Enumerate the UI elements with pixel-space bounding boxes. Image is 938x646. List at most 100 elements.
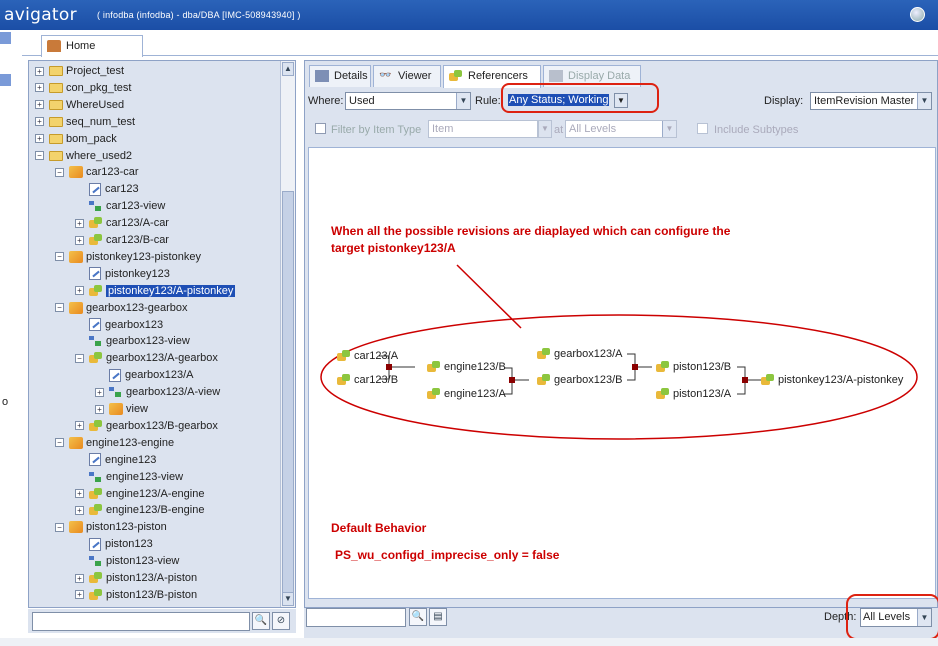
expand-icon[interactable]: + xyxy=(75,590,84,600)
display-select[interactable]: ItemRevision Master ▼ xyxy=(810,92,932,110)
expand-icon[interactable]: + xyxy=(75,218,84,228)
include-subtypes-checkbox[interactable] xyxy=(697,123,708,134)
tree-item[interactable]: + engine123/B-engine xyxy=(75,502,204,518)
tree-item[interactable]: engine123 xyxy=(89,452,156,468)
expand-icon[interactable]: + xyxy=(35,100,44,110)
tree-item[interactable]: engine123-view xyxy=(89,469,183,485)
level-value: All Levels xyxy=(569,123,617,135)
expand-icon[interactable]: + xyxy=(75,286,84,296)
expand-icon[interactable]: + xyxy=(75,235,84,245)
tree-item[interactable]: + car123/B-car xyxy=(75,232,169,248)
tree-item[interactable]: + gearbox123/B-gearbox xyxy=(75,418,218,434)
tree-item-label: engine123 xyxy=(105,453,157,466)
collapse-icon[interactable]: − xyxy=(55,522,64,532)
tree-item[interactable]: + view xyxy=(95,401,148,417)
tab-viewer[interactable]: 👓 Viewer xyxy=(373,65,441,87)
chevron-down-icon[interactable]: ▼ xyxy=(538,120,552,138)
rule-label: Rule: xyxy=(475,95,501,107)
tree-item[interactable]: − engine123-engine xyxy=(55,435,174,451)
collapse-icon[interactable]: − xyxy=(55,252,64,262)
tree-item[interactable]: gearbox123-view xyxy=(89,333,190,349)
level-select[interactable]: All Levels ▼ xyxy=(565,120,677,138)
tree-item-label: engine123/A-engine xyxy=(106,487,205,500)
tree-item[interactable]: car123-view xyxy=(89,198,165,214)
display-value: ItemRevision Master xyxy=(814,95,915,107)
tree-search-input[interactable] xyxy=(32,612,250,631)
tree-item[interactable]: + piston123/B-piston xyxy=(75,587,197,603)
tree-scrollbar[interactable]: ▲ ▼ xyxy=(280,61,295,607)
tree-item[interactable]: gearbox123 xyxy=(89,317,163,333)
expand-icon[interactable]: + xyxy=(35,66,44,76)
scroll-down-arrow-icon[interactable]: ▼ xyxy=(282,592,294,606)
collapse-icon[interactable]: − xyxy=(75,353,84,363)
tree-item[interactable]: − piston123-piston xyxy=(55,519,167,535)
graph-node[interactable]: engine123/A xyxy=(427,387,506,401)
tree-item[interactable]: + con_pkg_test xyxy=(35,80,131,96)
expand-icon[interactable]: + xyxy=(75,489,84,499)
clear-search-icon[interactable]: ⊘ xyxy=(272,612,290,630)
graph-node[interactable]: car123/B xyxy=(337,373,398,387)
tree-item[interactable]: car123 xyxy=(89,181,139,197)
graph-node[interactable]: pistonkey123/A-pistonkey xyxy=(761,373,903,387)
tree-item-label: car123/A-car xyxy=(106,217,169,230)
tree-item[interactable]: + pistonkey123/A-pistonkey xyxy=(75,283,236,299)
node-label: piston123/B xyxy=(673,361,732,373)
graph-node[interactable]: gearbox123/A xyxy=(537,347,623,361)
tree-item[interactable]: piston123 xyxy=(89,536,153,552)
where-select[interactable]: Used ▼ xyxy=(345,92,471,110)
collapsed-panel-tab[interactable] xyxy=(0,74,11,86)
scroll-up-arrow-icon[interactable]: ▲ xyxy=(282,62,294,76)
tree-item[interactable]: gearbox123/A xyxy=(109,367,194,383)
tree-item[interactable]: − where_used2 xyxy=(35,148,132,164)
collapse-icon[interactable]: − xyxy=(35,151,44,161)
tree-item[interactable]: + car123/A-car xyxy=(75,215,169,231)
graph-node[interactable]: gearbox123/B xyxy=(537,373,623,387)
filter-type-checkbox[interactable] xyxy=(315,123,326,134)
graph-junction xyxy=(742,377,748,383)
tree-item[interactable]: + engine123/A-engine xyxy=(75,486,204,502)
expand-icon[interactable]: + xyxy=(95,387,104,397)
tree-item[interactable]: + seq_num_test xyxy=(35,114,135,130)
graph-node[interactable]: car123/A xyxy=(337,349,398,363)
master-form-icon xyxy=(89,537,101,551)
collapse-icon[interactable]: − xyxy=(55,438,64,448)
collapse-icon[interactable]: − xyxy=(55,167,64,177)
search-icon[interactable]: 🔍 xyxy=(409,608,427,626)
collapsed-panel-tab[interactable] xyxy=(0,32,11,44)
graph-search-input[interactable] xyxy=(306,608,406,627)
item-revision-icon xyxy=(89,284,103,297)
tree-item[interactable]: − car123-car xyxy=(55,164,139,180)
expand-icon[interactable]: + xyxy=(75,573,84,583)
tree-item[interactable]: piston123-view xyxy=(89,553,179,569)
tree-item[interactable]: + Project_test xyxy=(35,63,124,79)
expand-icon[interactable]: + xyxy=(75,505,84,515)
item-type-field[interactable]: Item xyxy=(428,120,538,138)
globe-icon[interactable] xyxy=(910,7,925,22)
graph-node[interactable]: engine123/B xyxy=(427,360,506,374)
tree-item[interactable]: pistonkey123 xyxy=(89,266,170,282)
home-tab[interactable]: Home xyxy=(41,35,143,57)
tree-item[interactable]: + piston123/A-piston xyxy=(75,570,197,586)
expand-icon[interactable]: + xyxy=(75,421,84,431)
expand-icon[interactable]: + xyxy=(35,134,44,144)
tree-item[interactable]: + bom_pack xyxy=(35,131,117,147)
expand-icon[interactable]: + xyxy=(35,117,44,127)
chevron-down-icon: ▼ xyxy=(662,121,676,137)
bom-view-icon xyxy=(89,335,102,347)
graph-node[interactable]: piston123/A xyxy=(656,387,731,401)
tree-item[interactable]: − gearbox123/A-gearbox xyxy=(75,350,218,366)
referencers-graph-canvas[interactable]: When all the possible revisions are diap… xyxy=(308,147,936,599)
tree-item[interactable]: + gearbox123/A-view xyxy=(95,384,220,400)
expand-icon[interactable]: + xyxy=(95,404,104,414)
tree-item[interactable]: − gearbox123-gearbox xyxy=(55,300,188,316)
tree-item[interactable]: + WhereUsed xyxy=(35,97,124,113)
collapse-icon[interactable]: − xyxy=(55,303,64,313)
scroll-thumb[interactable] xyxy=(282,191,294,601)
graph-node[interactable]: piston123/B xyxy=(656,360,731,374)
tab-label: Display Data xyxy=(568,70,631,82)
tree-item[interactable]: − pistonkey123-pistonkey xyxy=(55,249,201,265)
find-options-icon[interactable]: ▤ xyxy=(429,608,447,626)
tab-details[interactable]: Details xyxy=(309,65,371,87)
expand-icon[interactable]: + xyxy=(35,83,44,93)
search-icon[interactable]: 🔍 xyxy=(252,612,270,630)
